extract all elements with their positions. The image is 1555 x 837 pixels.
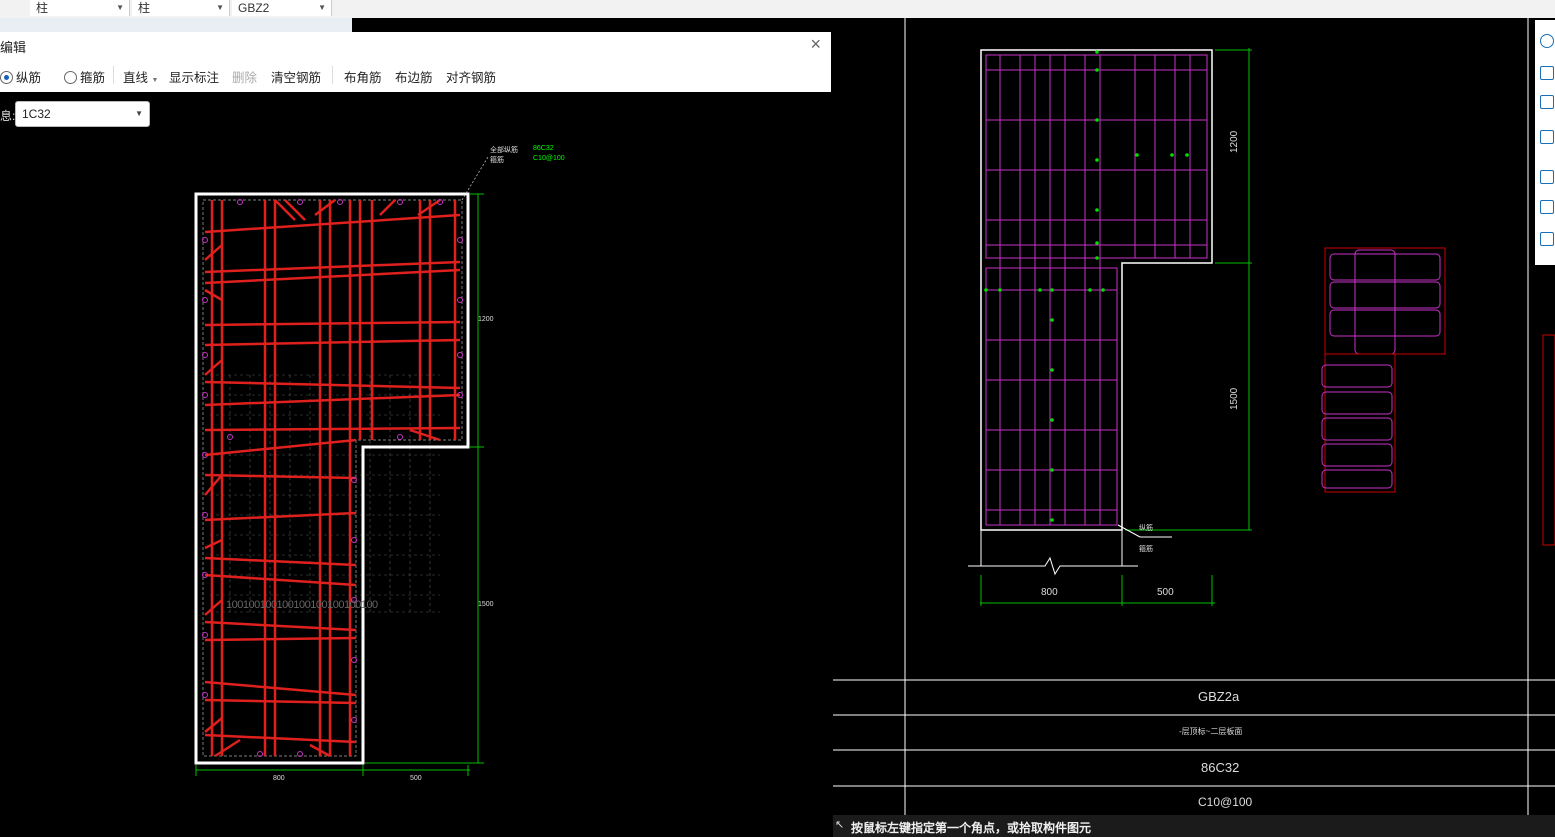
radio-checked-icon (0, 71, 13, 84)
radio-label: 箍筋 (80, 71, 106, 85)
select-icon[interactable] (1540, 170, 1554, 184)
separator (113, 66, 114, 84)
leader-value-stirrup: C10@100 (533, 155, 565, 162)
table-stirrup: C10@100 (1198, 795, 1253, 809)
left-dim-800: 800 (273, 775, 285, 782)
clear-rebar-button[interactable]: 清空钢筋 (271, 67, 321, 86)
chevron-down-icon: ▼ (135, 109, 143, 118)
show-label-button[interactable]: 显示标注 (169, 67, 219, 86)
right-leader-longitudinal: 纵筋 (1139, 525, 1153, 532)
combo-value: 柱 (36, 1, 49, 15)
command-status-bar: ↖ 按鼠标左键指定第一个角点，或拾取构件图元 (833, 815, 1555, 837)
chevron-down-icon: ▼ (151, 77, 159, 84)
combo-value: 柱 (138, 1, 151, 15)
grid-spacing-text: 100100100100100100100100100 (226, 599, 378, 611)
leader-value-longitudinal: 86C32 (533, 145, 554, 152)
right-dim-800: 800 (1041, 587, 1058, 598)
corner-rebar-button[interactable]: 布角筋 (344, 67, 382, 86)
leader-label-longitudinal: 全部纵筋 (490, 147, 518, 154)
box-icon[interactable] (1540, 130, 1554, 144)
line-mode-dropdown[interactable]: 直线 ▼ (123, 67, 158, 86)
left-dim-1500: 1500 (478, 601, 494, 608)
status-text: 按鼠标左键指定第一个角点，或拾取构件图元 (851, 821, 1092, 835)
component-name-combo[interactable]: GBZ2 ▼ (232, 0, 332, 16)
top-toolbar: 柱 ▼ 柱 ▼ GBZ2 ▼ (0, 0, 1555, 18)
left-dim-500: 500 (410, 775, 422, 782)
right-dim-500: 500 (1157, 587, 1174, 598)
left-dim-1200: 1200 (478, 316, 494, 323)
dialog-titlebar: 编辑 × (0, 32, 831, 59)
radio-longitudinal[interactable]: 纵筋 (0, 67, 41, 86)
delete-button[interactable]: 删除 (232, 67, 257, 86)
table-longitudinal: 86C32 (1201, 760, 1240, 775)
select-value: 1C32 (22, 107, 51, 121)
leader-label-stirrup: 箍筋 (490, 157, 504, 164)
3d-view-icon[interactable] (1540, 66, 1554, 80)
right-drawing (833, 18, 1555, 815)
cursor-icon: ↖ (835, 819, 845, 831)
rotate-icon[interactable] (1540, 34, 1554, 48)
cube-icon[interactable] (1540, 95, 1554, 109)
list-icon[interactable] (1540, 232, 1554, 246)
edge-rebar-button[interactable]: 布边筋 (395, 67, 433, 86)
cad-viewport-right[interactable]: 1200 1500 800 500 纵筋 箍筋 GBZ2a -层顶标~二层板面 … (833, 18, 1555, 837)
right-dim-1200: 1200 (1229, 130, 1240, 153)
close-icon[interactable]: × (810, 34, 821, 55)
align-rebar-button[interactable]: 对齐钢筋 (446, 67, 496, 86)
radio-label: 纵筋 (16, 71, 42, 85)
right-leader-stirrup: 箍筋 (1139, 546, 1153, 553)
view-cube-icon[interactable] (1540, 200, 1554, 214)
chevron-down-icon: ▼ (318, 3, 326, 12)
combo-value: GBZ2 (238, 1, 270, 15)
rebar-info-label: 息: (0, 109, 16, 123)
table-elevation: -层顶标~二层板面 (1179, 727, 1243, 736)
table-component-name: GBZ2a (1198, 689, 1240, 704)
view-toolbar (1535, 20, 1555, 265)
radio-unchecked-icon (64, 71, 77, 84)
left-drawing (194, 156, 489, 776)
dialog-title: 编辑 (0, 40, 27, 55)
radio-stirrup[interactable]: 箍筋 (64, 67, 105, 86)
right-dim-1500: 1500 (1229, 387, 1240, 410)
chevron-down-icon: ▼ (116, 3, 124, 12)
chevron-down-icon: ▼ (216, 3, 224, 12)
separator (332, 66, 333, 84)
component-subtype-combo[interactable]: 柱 ▼ (132, 0, 230, 16)
dialog-toolbar: 纵筋 箍筋 直线 ▼ 显示标注 删除 清空钢筋 布角筋 布边筋 对齐钢筋 (0, 58, 831, 92)
rebar-info-select[interactable]: 1C32 ▼ (15, 101, 150, 127)
tab-strip (0, 18, 352, 32)
rebar-edit-canvas[interactable]: 全部纵筋 箍筋 86C32 C10@100 1200 1500 800 500 … (0, 92, 833, 837)
line-mode-label: 直线 (123, 71, 149, 85)
component-type-combo[interactable]: 柱 ▼ (30, 0, 130, 16)
